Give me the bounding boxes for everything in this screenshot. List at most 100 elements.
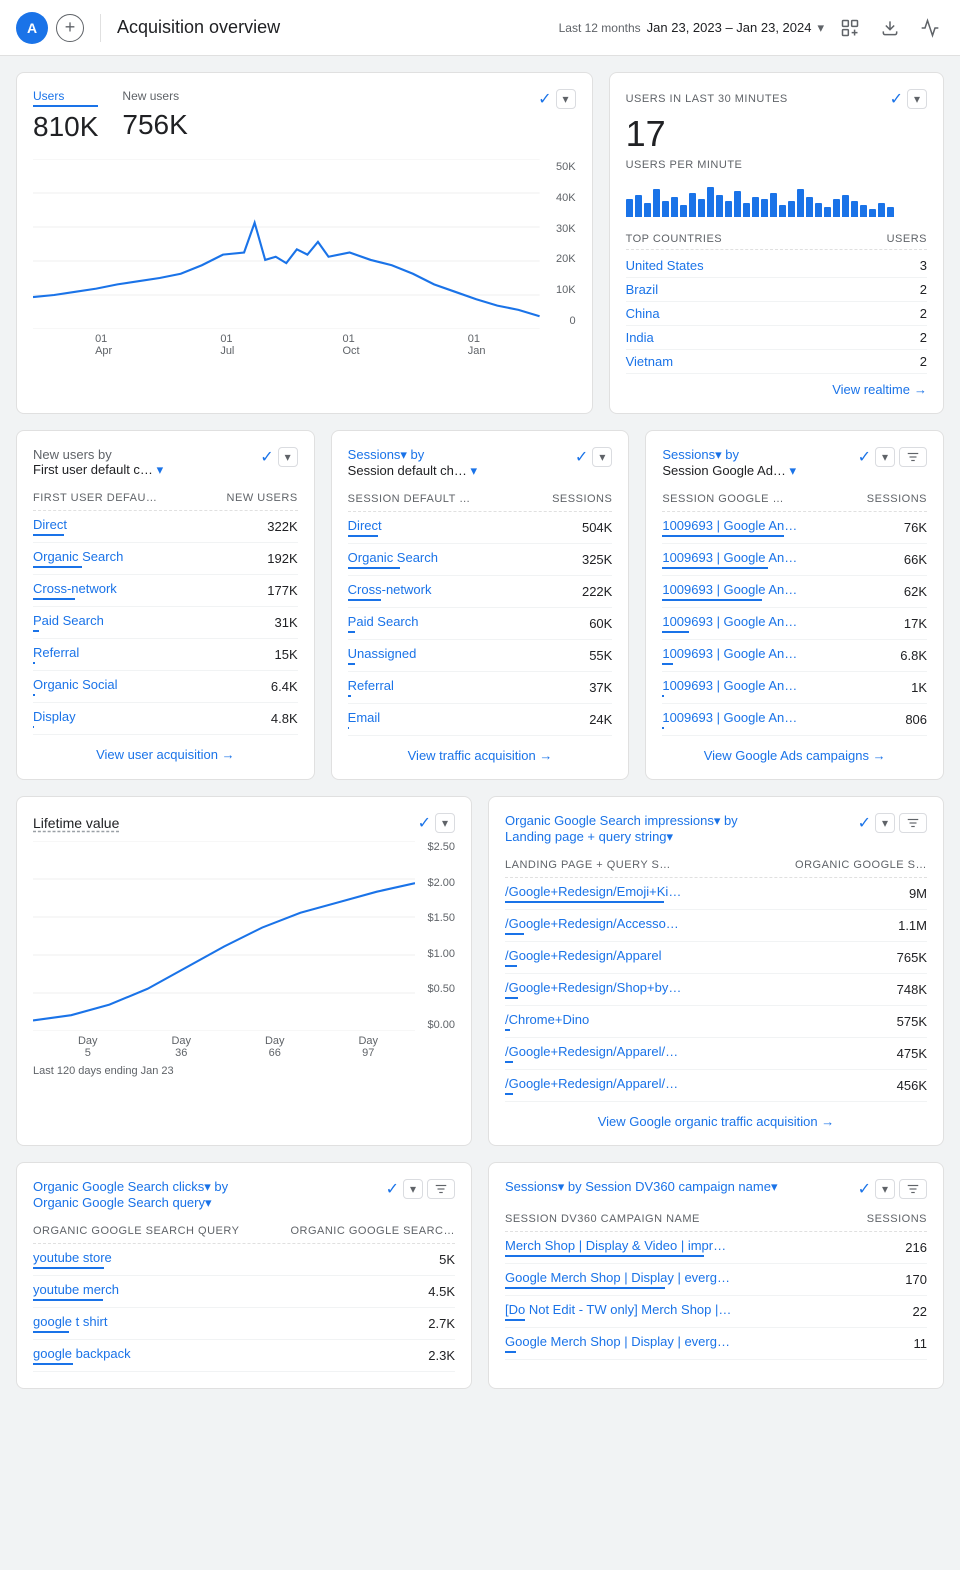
view-realtime-link[interactable]: View realtime [832,382,910,397]
row-label[interactable]: Display [33,709,76,728]
row-label[interactable]: 1009693 | Google An… [662,678,797,697]
row-label[interactable]: /Google+Redesign/Shop+by… [505,980,681,999]
row-label[interactable]: 1009693 | Google An… [662,710,797,729]
row-label[interactable]: 1009693 | Google An… [662,582,797,601]
row-label[interactable]: Cross-network [33,581,117,600]
row-label[interactable]: Merch Shop | Display & Video | impr… [505,1238,726,1257]
realtime-check-icon: ✓ [890,89,903,109]
row-label[interactable]: Paid Search [33,613,104,632]
table-row: Referral 15K [33,639,298,671]
sessions-ads-dropdown[interactable]: ▾ [875,447,895,467]
export-icon[interactable] [876,14,904,42]
row-bar [505,901,664,903]
sessions-ads-card: Sessions▾ by Session Google Ad… ▾ ✓ ▾ SE… [645,430,944,780]
check-icon: ✓ [538,89,551,109]
row-bar [33,1267,104,1269]
row-label[interactable]: Organic Social [33,677,118,696]
row-label[interactable]: Unassigned [348,646,417,665]
table-row: 1009693 | Google An… 62K [662,576,927,608]
new-users-dropdown[interactable]: ▾ [278,447,298,467]
new-users-metric: New users 756K [122,89,187,141]
insights-icon[interactable] [916,14,944,42]
country-users-value: 2 [920,354,927,369]
organic-clicks-card: Organic Google Search clicks▾ by Organic… [16,1162,472,1389]
sessions-table-header: SESSION DEFAULT … SESSIONS [348,487,613,512]
row-label[interactable]: /Google+Redesign/Emoji+Ki… [505,884,681,903]
row-label[interactable]: Paid Search [348,614,419,633]
new-users-label: New users [122,89,187,105]
row-label[interactable]: Organic Search [33,549,123,568]
country-name[interactable]: India [626,330,654,345]
row-label[interactable]: /Google+Redesign/Apparel/… [505,1044,678,1063]
ltv-row: Lifetime value ✓ ▾ $2.50 $2.00 $1.50 $1.… [16,796,944,1146]
row-label[interactable]: Google Merch Shop | Display | everg… [505,1270,730,1289]
share-icon[interactable] [836,14,864,42]
organic-clicks-dropdown[interactable]: ▾ [403,1179,423,1199]
row-label[interactable]: Google Merch Shop | Display | everg… [505,1334,730,1353]
table-row: youtube merch 4.5K [33,1276,455,1308]
row-label[interactable]: Email [348,710,381,729]
row-label[interactable]: [Do Not Edit - TW only] Merch Shop |… [505,1302,731,1321]
row-label[interactable]: Direct [33,517,67,536]
country-row: India2 [626,326,927,350]
organic-search-title: Organic Google Search impressions▾ by La… [505,813,738,845]
new-users-card: New users by First user default c… ▾ ✓ ▾… [16,430,315,780]
row-value: 192K [267,551,297,566]
row-label[interactable]: youtube merch [33,1282,119,1301]
row-label[interactable]: Organic Search [348,550,438,569]
dv360-dropdown[interactable]: ▾ [875,1179,895,1199]
mini-bar [860,205,867,217]
dv360-filter[interactable] [899,1179,927,1199]
row-label[interactable]: /Google+Redesign/Accesso… [505,916,679,935]
sessions-ads-filter[interactable] [899,447,927,467]
view-ads-link-container: View Google Ads campaigns → [662,748,927,763]
table-row: 1009693 | Google An… 66K [662,544,927,576]
row-label[interactable]: /Chrome+Dino [505,1012,589,1031]
realtime-dropdown[interactable]: ▾ [907,89,927,109]
y-axis-labels: 50K 40K 30K 20K 10K 0 [556,159,576,329]
row-bar [505,1287,665,1289]
row-label[interactable]: 1009693 | Google An… [662,550,797,569]
organic-clicks-filter[interactable] [427,1179,455,1199]
sessions-dropdown[interactable]: ▾ [592,447,612,467]
lifetime-value-card: Lifetime value ✓ ▾ $2.50 $2.00 $1.50 $1.… [16,796,472,1146]
table-row: 1009693 | Google An… 76K [662,512,927,544]
row-label[interactable]: Referral [33,645,79,664]
new-users-value: 756K [122,109,187,141]
row-label[interactable]: google backpack [33,1346,131,1365]
view-user-acquisition-link[interactable]: View user acquisition → [96,747,235,762]
row-label[interactable]: /Google+Redesign/Apparel [505,948,661,967]
country-name[interactable]: United States [626,258,704,273]
row-label[interactable]: 1009693 | Google An… [662,614,797,633]
view-organic-link[interactable]: View Google organic traffic acquisition … [598,1114,835,1129]
row-value: 765K [897,950,927,965]
sessions-channel-title: Sessions▾ by Session default ch… ▾ [348,447,477,479]
add-property-button[interactable]: + [56,14,84,42]
users-metric: Users 810K [33,89,98,143]
country-name[interactable]: China [626,306,660,321]
row-label[interactable]: google t shirt [33,1314,107,1333]
ltv-dropdown[interactable]: ▾ [435,813,455,833]
row-label[interactable]: Cross-network [348,582,432,601]
country-name[interactable]: Brazil [626,282,659,297]
users-dropdown[interactable]: ▾ [556,89,576,109]
row-label[interactable]: 1009693 | Google An… [662,518,797,537]
sessions-ads-header: Sessions▾ by Session Google Ad… ▾ ✓ ▾ [662,447,927,479]
organic-dropdown[interactable]: ▾ [875,813,895,833]
row-label[interactable]: youtube store [33,1250,112,1269]
view-ads-link[interactable]: View Google Ads campaigns → [704,748,886,763]
row-label[interactable]: /Google+Redesign/Apparel/… [505,1076,678,1095]
row-label[interactable]: Direct [348,518,382,537]
organic-clicks-table-header: ORGANIC GOOGLE SEARCH QUERY ORGANIC GOOG… [33,1219,455,1244]
row-label[interactable]: Referral [348,678,394,697]
country-name[interactable]: Vietnam [626,354,673,369]
row-label[interactable]: 1009693 | Google An… [662,646,797,665]
row-value: 2.3K [428,1348,455,1363]
date-range-selector[interactable]: Last 12 months Jan 23, 2023 – Jan 23, 20… [559,20,824,36]
sessions-channel-card: Sessions▾ by Session default ch… ▾ ✓ ▾ S… [331,430,630,780]
row-value: 24K [589,712,612,727]
mini-bar [743,203,750,217]
organic-filter[interactable] [899,813,927,833]
view-traffic-link[interactable]: View traffic acquisition → [408,748,553,763]
row-value: 22 [913,1304,927,1319]
